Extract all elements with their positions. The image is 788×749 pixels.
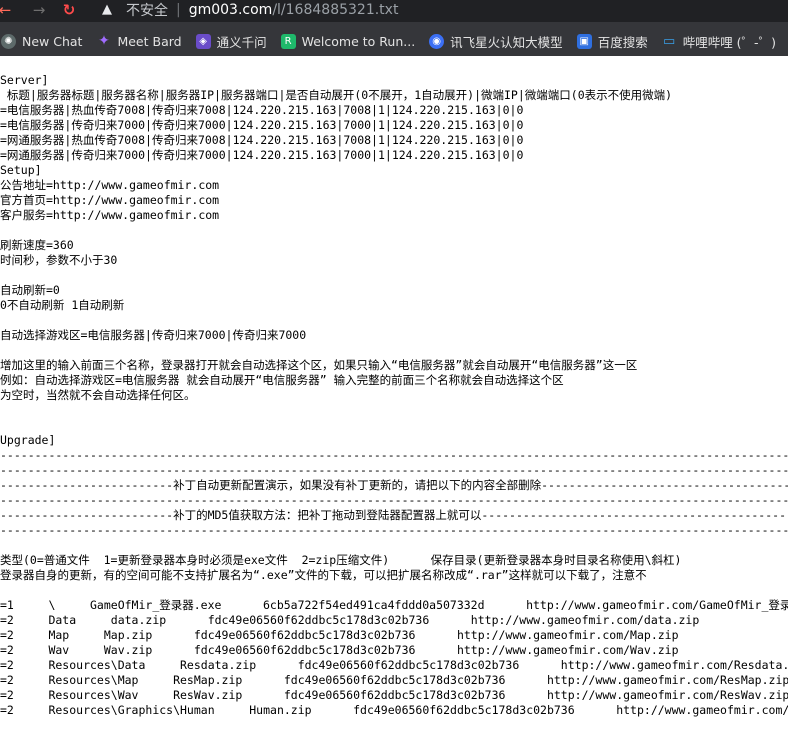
- bookmark-label: Meet Bard: [117, 33, 182, 49]
- warning-triangle-icon: ▲: [102, 2, 112, 17]
- bookmark-bilibili[interactable]: ▭ 哔哩哔哩 (゜-゜): [662, 32, 776, 51]
- text-line: =2 Resources\Wav ResWav.zip fdc49e06560f…: [0, 688, 788, 702]
- forward-arrow-icon: →: [32, 1, 46, 19]
- bookmark-runway[interactable]: R Welcome to Run...: [280, 33, 416, 49]
- text-line: Setup]: [0, 163, 42, 177]
- text-line: [0, 343, 788, 358]
- bookmark-label: 百度搜索: [597, 34, 648, 50]
- bookmark-label: 通义千问: [216, 34, 267, 50]
- browser-chrome: ← → ↻ ▲ 不安全 | gm003.com/l/1684885321.txt…: [0, 0, 788, 56]
- url-separator: |: [176, 2, 181, 18]
- text-line: =网通服务器|热血传奇7008|传奇归来7008|124.220.215.163…: [0, 133, 524, 147]
- text-line: [0, 313, 788, 328]
- text-line: [0, 268, 788, 283]
- text-line: 例如：自动选择游戏区=电信服务器 就会自动展开“电信服务器” 输入完整的前面三个…: [0, 373, 564, 387]
- text-line: 官方首页=http://www.gameofmir.com: [0, 193, 220, 207]
- text-line: 为空时，当然就不会自动选择任何区。: [0, 388, 196, 402]
- text-line: 时间秒，参数不小于30: [0, 253, 118, 267]
- back-button[interactable]: ←: [0, 1, 14, 19]
- reload-icon: ↻: [62, 1, 76, 19]
- text-line: 标题|服务器标题|服务器名称|服务器IP|服务器端口|是否自动展开(0不展开，1…: [0, 88, 673, 102]
- text-line: 客户服务=http://www.gameofmir.com: [0, 208, 220, 222]
- text-line: 登录器自身的更新，有的空间可能不支持扩展名为“.exe”文件的下载，可以把扩展名…: [0, 568, 647, 582]
- baidu-icon: ▣: [576, 33, 592, 49]
- text-line: 刷新速度=360: [0, 238, 74, 252]
- text-line: ----------------------------------------…: [0, 493, 788, 507]
- bookmark-label: 哔哩哔哩 (゜-゜): [682, 34, 776, 50]
- tongyi-icon: ◈: [195, 33, 211, 49]
- text-line: ----------------------------------------…: [0, 448, 788, 462]
- text-line: [0, 223, 788, 238]
- text-line: ----------------------------------------…: [0, 523, 788, 537]
- text-line: =2 Map Map.zip fdc49e06560f62ddbc5c178d3…: [0, 628, 679, 642]
- text-line: [0, 418, 788, 433]
- back-arrow-icon: ←: [0, 1, 12, 19]
- text-line: =2 Wav Wav.zip fdc49e06560f62ddbc5c178d3…: [0, 643, 679, 657]
- bookmark-label: New Chat: [22, 33, 83, 49]
- address-bar-row: ← → ↻ ▲ 不安全 | gm003.com/l/1684885321.txt: [0, 0, 788, 22]
- text-line: 自动选择游戏区=电信服务器|传奇归来7000|传奇归来7000: [0, 328, 307, 342]
- url-path: /l/1684885321.txt: [272, 2, 399, 18]
- text-document: Server] 标题|服务器标题|服务器名称|服务器IP|服务器端口|是否自动展…: [0, 73, 788, 749]
- bookmark-label: Welcome to Run...: [301, 33, 416, 49]
- runway-icon: R: [280, 33, 296, 49]
- text-line: Server]: [0, 73, 49, 87]
- text-line: =2 Data data.zip fdc49e06560f62ddbc5c178…: [0, 613, 700, 627]
- bookmark-label: 讯飞星火认知大模型: [450, 34, 563, 50]
- text-line: =2 Resources\Map ResMap.zip fdc49e06560f…: [0, 673, 788, 687]
- bookmark-tongyi[interactable]: ◈ 通义千问: [195, 32, 267, 51]
- text-line: 公告地址=http://www.gameofmir.com: [0, 178, 220, 192]
- text-line: =网通服务器|传奇归来7000|传奇归来7000|124.220.215.163…: [0, 148, 524, 162]
- text-line: =电信服务器|热血传奇7008|传奇归来7008|124.220.215.163…: [0, 103, 524, 117]
- bookmarks-bar: ✺ New Chat ✦ Meet Bard ◈ 通义千问 R Welcome …: [0, 28, 788, 54]
- reload-button[interactable]: ↻: [60, 1, 78, 19]
- forward-button[interactable]: →: [30, 1, 48, 19]
- text-line: =1 \ GameOfMir_登录器.exe 6cb5a722f54ed491c…: [0, 598, 788, 612]
- spark-icon: ◉: [429, 33, 445, 49]
- text-line: 0不自动刷新 1自动刷新: [0, 298, 125, 312]
- text-line: 增加这里的输入前面三个名称，登录器打开就会自动选择这个区，如果只输入“电信服务器…: [0, 358, 638, 372]
- text-line: -------------------------补丁自动更新配置演示，如果没有…: [0, 478, 788, 492]
- text-line: -------------------------补丁的MD5值获取方法：把补丁…: [0, 508, 788, 522]
- bookmark-xunfei-spark[interactable]: ◉ 讯飞星火认知大模型: [429, 32, 563, 51]
- text-line: =2 Resources\Graphics\Human Human.zip fd…: [0, 703, 788, 717]
- bookmark-baidu[interactable]: ▣ 百度搜索: [576, 32, 648, 51]
- text-line: ----------------------------------------…: [0, 463, 788, 477]
- insecure-label: 不安全: [126, 3, 168, 19]
- text-line: [0, 403, 788, 418]
- chatgpt-icon: ✺: [1, 33, 16, 49]
- bookmark-new-chat[interactable]: ✺ New Chat: [1, 33, 83, 49]
- text-line: 自动刷新=0: [0, 283, 60, 297]
- bilibili-icon: ▭: [663, 33, 676, 49]
- text-line: 类型(0=普通文件 1=更新登录器本身时必须是exe文件 2=zip压缩文件) …: [0, 553, 682, 567]
- url-host: gm003.com: [188, 2, 273, 18]
- text-line: [0, 583, 788, 598]
- bookmark-meet-bard[interactable]: ✦ Meet Bard: [96, 32, 182, 49]
- text-line: =2 Resources\Data Resdata.zip fdc49e0656…: [0, 658, 788, 672]
- text-line: Upgrade]: [0, 433, 56, 447]
- text-line: [0, 538, 788, 553]
- url-bar[interactable]: ▲ 不安全 | gm003.com/l/1684885321.txt: [92, 0, 788, 20]
- text-line: =电信服务器|传奇归来7000|传奇归来7000|124.220.215.163…: [0, 118, 524, 132]
- sparkle-icon: ✦: [98, 32, 110, 49]
